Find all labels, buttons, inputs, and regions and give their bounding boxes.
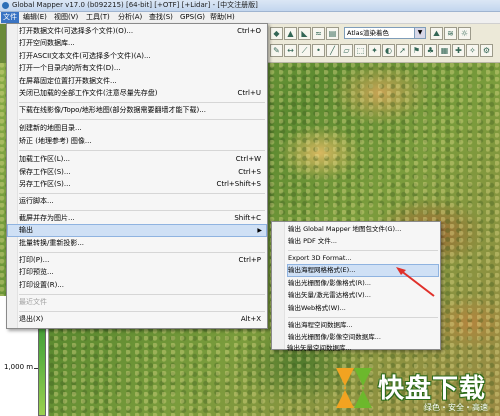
measure-icon[interactable]: ↔	[284, 44, 297, 57]
route-icon[interactable]: ➚	[396, 44, 409, 57]
submenu-item-export-elevation-db[interactable]: 输出海程空间数据库...	[288, 320, 438, 331]
window-title: Global Mapper v17.0 (b092215) [64-bit] […	[12, 1, 258, 9]
menu-item-run-script[interactable]: 运行脚本...	[19, 196, 265, 207]
submenu-item-export-vector-db[interactable]: 输出矢量空间数据库...	[287, 343, 437, 354]
file-menu: 打开数据文件(可选择多个文件)(O)... Ctrl+O 打开空间数据库... 打…	[6, 23, 268, 329]
annotation-arrow-icon	[396, 267, 435, 297]
digitizer-icon[interactable]: ✎	[270, 44, 283, 57]
tree-icon[interactable]: ♣	[424, 44, 437, 57]
menu-separator	[19, 311, 265, 312]
menu-item-open-ascii[interactable]: 打开ASCII文本文件(可选择多个文件)(A)...	[19, 51, 265, 62]
layer-icon[interactable]: ▤	[326, 27, 339, 40]
lidar-icon[interactable]: ✧	[466, 44, 479, 57]
line-icon[interactable]: ╱	[326, 44, 339, 57]
menu-item-print[interactable]: 打印(P)... Ctrl+P	[19, 255, 265, 266]
submenu-item-export-gmp[interactable]: 输出 Global Mapper 地图包文件(G)...	[288, 224, 438, 235]
menu-separator	[19, 150, 265, 151]
menu-item-rectify-image[interactable]: 矫正 (地理参考) 图像...	[19, 136, 265, 147]
view-shed-icon[interactable]: ◐	[382, 44, 395, 57]
area-icon[interactable]: ▱	[340, 44, 353, 57]
menu-item-open-spatial-db[interactable]: 打开空间数据库...	[19, 38, 265, 49]
watermark: 快盘下载 绿色・安全・高速	[332, 364, 498, 414]
menu-separator	[19, 193, 265, 194]
menu-item-exit[interactable]: 退出(X) Alt+X	[19, 314, 265, 325]
menu-icon-gutter	[272, 222, 285, 349]
title-bar: Global Mapper v17.0 (b092215) [64-bit] […	[0, 0, 500, 12]
water-level-icon[interactable]: ≋	[444, 27, 457, 40]
chevron-down-icon: ▼	[414, 28, 425, 38]
menu-item-open-fixed-location[interactable]: 在屏幕固定位置打开数据文件...	[19, 76, 265, 87]
lighting-icon[interactable]: ☼	[458, 27, 471, 40]
menu-separator	[288, 317, 438, 318]
menu-item-create-map-catalog[interactable]: 创建新的地图目录...	[19, 123, 265, 134]
toolbar: ◆ ▲ ◣ ≈ ▤ Atlas渲染着色 ▼ ⛰ ≋ ☼ ✎ ↔ ⟋ • ╱ ▱ …	[268, 24, 500, 63]
menu-file[interactable]: 文件	[1, 12, 19, 23]
terrain-icon[interactable]: ▲	[284, 27, 297, 40]
contour-icon[interactable]: ≈	[312, 27, 325, 40]
menu-separator	[19, 252, 265, 253]
menu-separator	[19, 294, 265, 295]
menu-item-print-preview[interactable]: 打印预览...	[19, 267, 265, 278]
menu-help[interactable]: 帮助(H)	[208, 12, 237, 23]
menu-search[interactable]: 查找(S)	[147, 12, 175, 23]
menu-item-open-data-file[interactable]: 打开数据文件(可选择多个文件)(O)... Ctrl+O	[19, 26, 265, 37]
menu-item-print-setup[interactable]: 打印设置(R)...	[19, 280, 265, 291]
watermark-logo-icon	[336, 368, 372, 408]
spatial-op-icon[interactable]: ✚	[452, 44, 465, 57]
3d-view-icon[interactable]: ◆	[270, 27, 283, 40]
menu-item-save-workspace-as[interactable]: 另存工作区(S)... Ctrl+Shift+S	[19, 179, 265, 190]
menu-item-load-workspace[interactable]: 加载工作区(L)... Ctrl+W	[19, 154, 265, 165]
menu-item-save-workspace[interactable]: 保存工作区(S)... Ctrl+S	[19, 167, 265, 178]
legend-tick	[34, 368, 38, 369]
menu-edit[interactable]: 编辑(E)	[21, 12, 49, 23]
watermark-slogan: 绿色・安全・高速	[424, 403, 488, 412]
menu-item-capture-screen[interactable]: 截屏并存为图片... Shift+C	[19, 213, 265, 224]
select-icon[interactable]: ⬚	[354, 44, 367, 57]
shader-select-value: Atlas渲染着色	[347, 29, 390, 37]
menu-analysis[interactable]: 分析(A)	[116, 12, 144, 23]
menu-separator	[19, 119, 265, 120]
menu-separator	[19, 102, 265, 103]
submenu-item-export-raster-db[interactable]: 输出光栅图像/影像空间数据库...	[288, 332, 438, 343]
edit-vertex-icon[interactable]: ✦	[368, 44, 381, 57]
menu-view[interactable]: 视图(V)	[52, 12, 80, 23]
watermark-brand: 快盘下载	[378, 374, 487, 404]
menu-tools[interactable]: 工具(T)	[84, 12, 112, 23]
shader-select[interactable]: Atlas渲染着色 ▼	[344, 27, 426, 39]
menu-item-batch-convert[interactable]: 批量转换/重新投影...	[19, 238, 265, 249]
hill-shade-icon[interactable]: ⛰	[430, 27, 443, 40]
legend-elevation-label: 1,000 m	[4, 363, 34, 371]
settings-icon[interactable]: ⚙	[480, 44, 493, 57]
app-icon	[2, 2, 9, 9]
flag-icon[interactable]: ⚑	[410, 44, 423, 57]
menu-item-recent-files: 最近文件	[19, 298, 47, 306]
path-icon[interactable]: ⟋	[298, 44, 311, 57]
menu-item-open-directory[interactable]: 打开一个目录内的所有文件(D)...	[19, 63, 265, 74]
menu-separator	[19, 210, 265, 211]
menu-item-download-online[interactable]: 下载在线影像/Topo/地形地图(部分数据需要翻墙才能下载)...	[19, 105, 265, 116]
menu-separator	[288, 250, 438, 251]
menu-item-close-all[interactable]: 关闭已加载的全部工作文件(注意尽量先存盘) Ctrl+U	[19, 88, 265, 99]
submenu-item-export-pdf[interactable]: 输出 PDF 文件...	[288, 236, 438, 247]
submenu-item-export-web[interactable]: 输出Web格式(W)...	[288, 303, 438, 314]
menu-gps[interactable]: GPS(G)	[178, 12, 207, 23]
menu-item-export[interactable]: 输出 ▶	[7, 224, 267, 237]
grid-icon[interactable]: ▦	[438, 44, 451, 57]
profile-icon[interactable]: ◣	[298, 27, 311, 40]
point-icon[interactable]: •	[312, 44, 325, 57]
menu-icon-gutter	[7, 24, 18, 328]
chevron-right-icon: ▶	[257, 227, 262, 234]
